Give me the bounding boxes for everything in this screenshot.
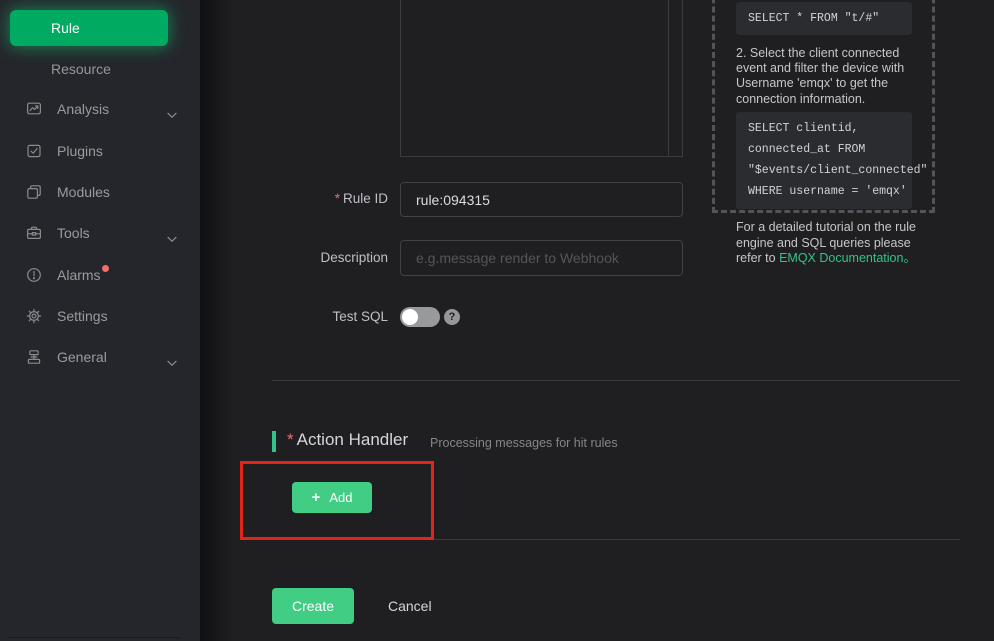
create-button[interactable]: Create: [272, 588, 354, 624]
help-tutorial-text: For a detailed tutorial on the rule engi…: [736, 220, 932, 267]
alarm-badge-dot: [102, 265, 109, 272]
required-asterisk: *: [287, 430, 294, 449]
toggle-knob: [402, 309, 418, 325]
action-handler-title: *Action Handler: [287, 430, 408, 450]
sidebar-item-analysis[interactable]: Analysis: [0, 97, 200, 121]
stack-icon: [26, 349, 42, 365]
tutorial-period: 。: [903, 251, 916, 265]
action-handler-hint: Processing messages for hit rules: [430, 436, 618, 450]
sidebar: Rule Resource Analysis: [0, 0, 200, 641]
chevron-down-icon: [167, 106, 177, 113]
sidebar-item-label: Settings: [57, 304, 108, 328]
sidebar-shadow: [200, 0, 234, 641]
test-sql-help-icon[interactable]: ?: [444, 309, 460, 325]
help-sql-snippet-2-line: SELECT clientid,: [748, 118, 912, 139]
action-handler-title-text: Action Handler: [297, 430, 409, 449]
sql-editor[interactable]: [400, 0, 683, 157]
sql-editor-scrollbar[interactable]: [668, 0, 669, 156]
alarm-exclamation-icon: [26, 267, 42, 283]
sidebar-item-settings[interactable]: Settings: [0, 304, 200, 328]
sidebar-item-label: Alarms: [57, 263, 109, 287]
add-action-button-label: Add: [329, 490, 352, 505]
sidebar-item-alarms[interactable]: Alarms: [0, 263, 200, 287]
sidebar-item-plugins[interactable]: Plugins: [0, 139, 200, 163]
rule-id-label: *Rule ID: [240, 191, 388, 206]
test-sql-toggle[interactable]: [400, 307, 440, 327]
help-step2-text: 2. Select the client connected event and…: [736, 46, 917, 107]
help-sql-snippet-1: SELECT * FROM "t/#": [736, 2, 912, 35]
section-divider-top: [272, 380, 960, 381]
sidebar-item-rule-active[interactable]: Rule: [10, 10, 168, 46]
help-sql-snippet-2-line: WHERE username = 'emqx': [748, 181, 912, 202]
sidebar-scrollbar-track: [8, 637, 180, 638]
sidebar-item-resource[interactable]: Resource: [0, 58, 200, 80]
sidebar-item-modules[interactable]: Modules: [0, 180, 200, 204]
sidebar-item-tools[interactable]: Tools: [0, 221, 200, 245]
chevron-down-icon: [167, 230, 177, 237]
cancel-button[interactable]: Cancel: [388, 598, 432, 614]
alarms-label-text: Alarms: [57, 267, 101, 283]
sidebar-item-label: Plugins: [57, 139, 103, 163]
plugins-check-icon: [26, 143, 42, 159]
add-action-button[interactable]: + Add: [292, 482, 372, 513]
rule-id-label-text: Rule ID: [343, 191, 388, 206]
test-sql-label: Test SQL: [240, 309, 388, 324]
emqx-dashboard-rule-page: SELECT * FROM "t/#" 2. Select the client…: [0, 0, 994, 641]
plus-icon: +: [312, 489, 321, 506]
gear-icon: [26, 308, 42, 324]
description-label: Description: [240, 250, 388, 265]
emqx-documentation-link[interactable]: EMQX Documentation: [779, 251, 903, 265]
sidebar-item-general[interactable]: General: [0, 345, 200, 369]
help-sql-snippet-2-line: connected_at FROM: [748, 139, 912, 160]
analysis-chart-icon: [26, 101, 42, 117]
sidebar-item-label: Tools: [57, 221, 90, 245]
sidebar-item-label: Modules: [57, 180, 110, 204]
rule-id-input[interactable]: [400, 182, 683, 217]
toolbox-icon: [26, 225, 42, 241]
modules-copy-icon: [26, 184, 42, 200]
required-asterisk: *: [335, 191, 340, 206]
section-accent-bar: [272, 431, 276, 452]
sidebar-item-label: Analysis: [57, 97, 109, 121]
sidebar-item-label: General: [57, 345, 107, 369]
description-input[interactable]: [400, 240, 683, 276]
chevron-down-icon: [167, 354, 177, 361]
help-sql-snippet-2-line: "$events/client_connected": [748, 160, 912, 181]
help-sql-snippet-2: SELECT clientid, connected_at FROM "$eve…: [736, 112, 912, 209]
